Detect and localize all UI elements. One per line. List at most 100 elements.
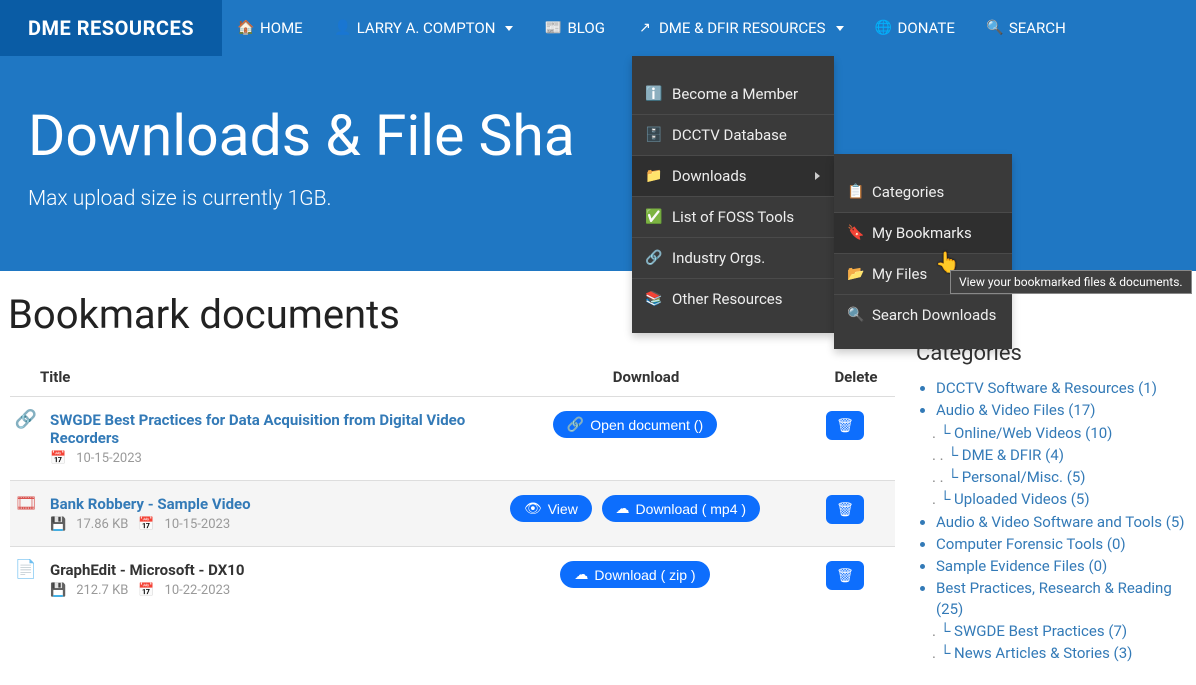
dropdown-dcctv[interactable]: 🗄️ DCCTV Database — [632, 114, 834, 155]
button-label: Download ( zip ) — [594, 567, 695, 583]
category-link[interactable]: Computer Forensic Tools (0) — [936, 535, 1126, 553]
download-zip-button[interactable]: ☁ Download ( zip ) — [560, 561, 709, 588]
button-label: View — [548, 501, 578, 517]
submenu-categories[interactable]: 📋 Categories — [834, 172, 1012, 212]
delete-button[interactable]: 🗑 — [826, 495, 864, 524]
dropdown-industry[interactable]: 🔗 Industry Orgs. — [632, 237, 834, 278]
dropdown-other[interactable]: 📚 Other Resources — [632, 278, 834, 319]
dropdown-downloads-label: Downloads — [672, 167, 747, 185]
category-link[interactable]: Online/Web Videos (10) — [954, 424, 1112, 442]
nav-resources[interactable]: ↗ DME & DFIR RESOURCES — [621, 0, 860, 56]
dropdown-foss[interactable]: ✅ List of FOSS Tools — [632, 196, 834, 237]
view-button[interactable]: 👁 View — [510, 495, 592, 522]
dropdown-downloads[interactable]: 📁 Downloads — [632, 155, 834, 196]
navbar: DME RESOURCES 🏠 HOME 👤 LARRY A. COMPTON … — [0, 0, 1196, 56]
category-link[interactable]: DCCTV Software & Resources (1) — [936, 379, 1157, 397]
tooltip: View your bookmarked files & documents. — [950, 270, 1192, 294]
video-file-icon: 🎞 — [18, 496, 34, 512]
col-download: Download — [475, 358, 795, 397]
check-icon: ✅ — [646, 209, 662, 225]
nav-larry-label: LARRY A. COMPTON — [357, 19, 496, 37]
category-link[interactable]: Uploaded Videos (5) — [954, 490, 1090, 508]
search-icon: 🔍 — [987, 20, 1003, 36]
doc-date: 10-15-2023 — [76, 451, 142, 466]
open-document-button[interactable]: 🔗 Open document () — [553, 411, 717, 438]
category-list: DCCTV Software & Resources (1) Audio & Vi… — [916, 378, 1186, 663]
nav-blog[interactable]: 📰 BLOG — [529, 0, 621, 56]
arrow-right-icon — [815, 172, 820, 180]
delete-button[interactable]: 🗑 — [826, 561, 864, 590]
col-title: Title — [10, 358, 475, 397]
bookmark-icon: 🔖 — [848, 225, 864, 241]
category-item[interactable]: . . └ Personal/Misc. (5) — [932, 467, 1186, 487]
caret-icon — [836, 26, 844, 31]
calendar-icon: 📅 — [138, 517, 154, 532]
nav-search[interactable]: 🔍 SEARCH — [971, 0, 1082, 56]
dropdown-dcctv-label: DCCTV Database — [672, 126, 787, 144]
dropdown-become-member-label: Become a Member — [672, 85, 798, 103]
download-mp4-button[interactable]: ☁ Download ( mp4 ) — [602, 495, 761, 522]
category-item[interactable]: . └ News Articles & Stories (3) — [932, 643, 1186, 663]
submenu-my-bookmarks[interactable]: 🔖 My Bookmarks — [834, 212, 1012, 253]
dropdown-other-label: Other Resources — [672, 290, 783, 308]
eye-icon: 👁 — [524, 500, 542, 517]
category-item[interactable]: DCCTV Software & Resources (1) — [936, 378, 1186, 398]
category-item[interactable]: Audio & Video Files (17) — [936, 400, 1186, 420]
button-label: Download ( mp4 ) — [636, 501, 747, 517]
nav-larry[interactable]: 👤 LARRY A. COMPTON — [319, 0, 530, 56]
category-link[interactable]: Personal/Misc. (5) — [962, 468, 1086, 486]
doc-meta: 💾 212.7 KB 📅 10-22-2023 — [50, 583, 467, 598]
dropdown-industry-label: Industry Orgs. — [672, 249, 765, 267]
category-item[interactable]: . └ Online/Web Videos (10) — [932, 423, 1186, 443]
category-link[interactable]: Sample Evidence Files (0) — [936, 557, 1107, 575]
hero-subtitle: Max upload size is currently 1GB. — [28, 187, 1196, 211]
nav-home-label: HOME — [260, 19, 303, 37]
doc-meta: 📅 10-15-2023 — [50, 451, 467, 466]
disk-icon: 💾 — [50, 517, 66, 532]
category-link[interactable]: News Articles & Stories (3) — [954, 644, 1132, 662]
nav-donate-label: DONATE — [898, 19, 955, 37]
category-item[interactable]: Computer Forensic Tools (0) — [936, 534, 1186, 554]
doc-date: 10-22-2023 — [165, 583, 231, 598]
trash-icon: 🗑 — [836, 417, 854, 434]
nav-donate[interactable]: 🌐 DONATE — [860, 0, 971, 56]
submenu-my-bookmarks-label: My Bookmarks — [872, 224, 972, 242]
category-link[interactable]: Best Practices, Research & Reading (25) — [936, 579, 1172, 617]
main-content: Bookmark documents Title Download Delete… — [0, 271, 1196, 685]
trash-icon: 🗑 — [836, 567, 854, 584]
category-item[interactable]: Audio & Video Software and Tools (5) — [936, 512, 1186, 532]
table-row: 🔗 SWGDE Best Practices for Data Acquisit… — [10, 397, 895, 481]
category-item[interactable]: . └ SWGDE Best Practices (7) — [932, 621, 1186, 641]
hero-title: Downloads & File Sha — [28, 102, 1196, 169]
doc-size: 212.7 KB — [76, 583, 128, 598]
doc-title-link[interactable]: GraphEdit - Microsoft - DX10 — [50, 561, 244, 579]
caret-icon — [505, 26, 513, 31]
delete-button[interactable]: 🗑 — [826, 411, 864, 440]
nav-blog-label: BLOG — [567, 19, 605, 37]
database-icon: 🗄️ — [646, 127, 662, 143]
blog-icon: 📰 — [545, 20, 561, 36]
list-icon: 📋 — [848, 184, 864, 200]
nav-home[interactable]: 🏠 HOME — [222, 0, 319, 56]
doc-size: 17.86 KB — [76, 517, 128, 532]
table-row: 🎞 Bank Robbery - Sample Video 💾 17.86 KB… — [10, 481, 895, 547]
donate-icon: 🌐 — [876, 20, 892, 36]
category-item[interactable]: . └ Uploaded Videos (5) — [932, 489, 1186, 509]
category-item[interactable]: . . └ DME & DFIR (4) — [932, 445, 1186, 465]
doc-title-link[interactable]: Bank Robbery - Sample Video — [50, 495, 251, 513]
doc-title-link[interactable]: SWGDE Best Practices for Data Acquisitio… — [50, 411, 465, 447]
category-link[interactable]: SWGDE Best Practices (7) — [954, 622, 1127, 640]
info-icon: ℹ️ — [646, 86, 662, 102]
category-link[interactable]: Audio & Video Files (17) — [936, 401, 1096, 419]
category-item[interactable]: Best Practices, Research & Reading (25) — [936, 578, 1186, 619]
nav-search-label: SEARCH — [1009, 19, 1066, 37]
category-link[interactable]: DME & DFIR (4) — [962, 446, 1064, 464]
category-link[interactable]: Audio & Video Software and Tools (5) — [936, 513, 1185, 531]
hero: Downloads & File Sha Max upload size is … — [0, 56, 1196, 271]
bookmarks-table: Title Download Delete 🔗 SWGDE Best Pract… — [10, 358, 895, 612]
brand-logo[interactable]: DME RESOURCES — [0, 0, 222, 56]
dropdown-become-member[interactable]: ℹ️ Become a Member — [632, 74, 834, 114]
category-item[interactable]: Sample Evidence Files (0) — [936, 556, 1186, 576]
home-icon: 🏠 — [238, 20, 254, 36]
submenu-search-downloads[interactable]: 🔍 Search Downloads — [834, 294, 1012, 335]
